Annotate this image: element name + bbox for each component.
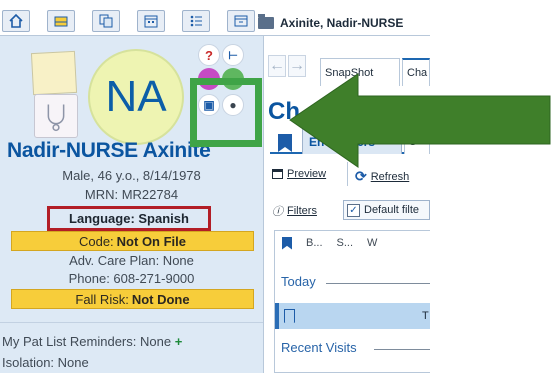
avatar-initials: NA [105, 72, 167, 121]
pointer-arrow-icon [289, 73, 551, 168]
inbox-icon[interactable] [47, 10, 75, 32]
code-label: Code: [78, 233, 114, 249]
reminders-label: My Pat List Reminders: None [2, 334, 172, 349]
group-today-rule [326, 283, 430, 284]
patient-mrn: MRN: MR22784 [84, 187, 179, 202]
code-value: Not On File [116, 233, 187, 249]
refresh-label: Refresh [370, 170, 410, 183]
calendar-icon[interactable] [137, 10, 165, 32]
language-label: Language: Spanish [69, 211, 189, 226]
top-toolbar: Axinite, Nadir-NURSE [0, 0, 552, 36]
bookmark-column-icon[interactable] [282, 236, 292, 250]
window-icon[interactable] [227, 10, 255, 32]
fall-risk-label: Fall Risk: [75, 291, 129, 307]
fall-risk-value: Not Done [131, 291, 190, 307]
preview-icon [272, 169, 283, 179]
hierarchy-icon[interactable]: ⊢ [222, 44, 244, 66]
copy-icon[interactable] [92, 10, 120, 32]
fall-risk-badge[interactable]: Fall Risk: Not Done [11, 289, 254, 309]
column-header-3[interactable]: W [367, 237, 377, 249]
info-icon: ⓘ [272, 206, 283, 218]
help-icon-glyph: ? [205, 47, 213, 63]
group-recent-rule [374, 349, 430, 350]
adv-care-plan: Adv. Care Plan: None [69, 253, 194, 268]
group-today: Today [281, 274, 316, 289]
patient-tab-label: Axinite, Nadir-NURSE [280, 16, 404, 30]
patient-demographics: Male, 46 y.o., 8/14/1978 [62, 168, 201, 183]
table-row[interactable] [275, 303, 430, 329]
hierarchy-icon-glyph: ⊢ [228, 49, 238, 62]
stethoscope-icon[interactable] [34, 94, 78, 138]
preview-button[interactable]: Preview [272, 168, 326, 180]
sticky-note-icon[interactable] [30, 50, 78, 96]
default-filter-toggle[interactable]: ✓ Default filte [343, 200, 430, 220]
pat-list-reminders: My Pat List Reminders: None + [2, 334, 182, 349]
patient-phone: Phone: 608-271-9000 [68, 271, 195, 286]
refresh-button[interactable]: ⟳ Refresh [355, 168, 409, 185]
highlight-box [190, 78, 262, 147]
code-status-badge[interactable]: Code: Not On File [11, 231, 254, 251]
add-reminder-button[interactable]: + [175, 334, 183, 349]
back-arrow-icon[interactable]: ← [268, 55, 286, 77]
avatar[interactable]: NA [88, 49, 184, 145]
patient-workspace-tab[interactable]: Axinite, Nadir-NURSE [258, 12, 403, 34]
folder-icon [258, 14, 274, 29]
home-icon[interactable] [2, 10, 30, 32]
column-header-2[interactable]: S... [337, 237, 354, 249]
preview-label: Preview [287, 168, 327, 180]
group-recent-visits: Recent Visits [281, 340, 357, 355]
filters-label: Filters [287, 205, 317, 217]
help-icon[interactable]: ? [198, 44, 220, 66]
column-header-1[interactable]: B... [306, 237, 323, 249]
list-icon[interactable] [182, 10, 210, 32]
table-header: B... S... W [274, 230, 430, 256]
isolation-status: Isolation: None [2, 355, 89, 370]
refresh-icon: ⟳ [355, 168, 367, 184]
selected-row-text: T [422, 310, 429, 322]
panel-divider [0, 322, 263, 323]
checkbox-icon: ✓ [347, 203, 360, 217]
filters-button[interactable]: ⓘ Filters [272, 203, 317, 219]
default-filter-label: Default filte [364, 204, 420, 216]
language-field: Language: Spanish [47, 206, 211, 231]
